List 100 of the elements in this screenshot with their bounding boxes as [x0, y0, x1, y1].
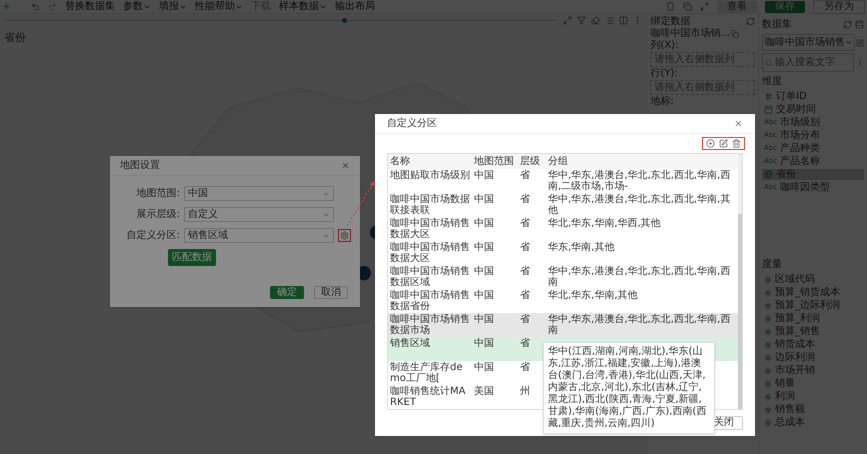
panel-title: 数据集	[762, 18, 792, 32]
close-icon[interactable]	[734, 119, 743, 128]
field-item[interactable]: 利润	[762, 391, 864, 402]
table-cell-text: 中国	[473, 314, 495, 325]
select-field[interactable]: 销售区域	[184, 228, 334, 243]
table-cell-text: 省	[519, 194, 531, 205]
select-field[interactable]: 自定义	[184, 207, 334, 222]
group-title: 度量	[762, 258, 783, 272]
hash-icon	[764, 392, 772, 400]
toolbar-menu[interactable]: 填报	[159, 2, 187, 12]
action-button[interactable]: 另存为	[813, 0, 865, 14]
field-item[interactable]: 市场开销	[762, 365, 864, 376]
hash-icon	[764, 92, 773, 101]
table-cell-text: 中国	[473, 266, 495, 277]
table-row[interactable]: 咖啡中国市场销售数据市场 中国 省 华中,华东,港澳台,华北,东北,西北,华南,西南	[388, 313, 738, 337]
table-cell-text: 华中,华东,港澳台,华北,东北,西北,华南,西南	[547, 266, 732, 288]
select-field[interactable]: 中国	[184, 186, 334, 201]
table-cell-text: 省	[519, 290, 531, 301]
table-cell-text: 中国	[473, 242, 495, 253]
column-header: 地图范围	[473, 154, 515, 169]
action-button[interactable]: 保存	[765, 0, 805, 12]
delete-icon[interactable]	[732, 139, 741, 148]
close-icon[interactable]	[341, 161, 350, 170]
table-cell-text: 中国	[473, 362, 495, 373]
toolbar-menu[interactable]: 替换数据集	[65, 2, 115, 12]
settings-icon	[340, 231, 349, 240]
table-cell-text: 中国	[473, 290, 495, 301]
edit-icon[interactable]	[719, 139, 728, 148]
dialog-button[interactable]: 确定	[270, 286, 304, 299]
field-item[interactable]: 销货成本	[762, 339, 864, 350]
table-cell-text: 华中,华东,港澳台,华北,东北,西北,华南,西南	[547, 314, 732, 336]
refresh-icon[interactable]	[843, 20, 852, 29]
field-item[interactable]: 区域代码	[762, 274, 864, 285]
match-data-button[interactable]: 匹配数据	[168, 249, 216, 266]
expand-icon[interactable]	[563, 16, 572, 24]
caret-icon	[845, 39, 852, 46]
field-item[interactable]: 预算_销货成本	[762, 287, 864, 298]
calendar-icon	[764, 105, 773, 114]
toolbar-menu[interactable]: 输出布局	[335, 2, 375, 12]
table-cell-text: 省	[519, 170, 531, 181]
add-icon[interactable]	[706, 139, 715, 148]
field-item[interactable]: 销量	[762, 378, 864, 389]
globe-icon	[764, 170, 773, 179]
table-cell-text: 省	[519, 242, 531, 253]
table-cell-text: 销售区域	[389, 338, 431, 349]
hash-icon	[764, 328, 772, 336]
list-icon[interactable]	[605, 16, 614, 24]
search-icon	[765, 58, 773, 66]
section-label: 行(Y):	[650, 68, 679, 79]
hash-icon	[764, 302, 772, 310]
hash-icon	[764, 418, 772, 426]
field-item[interactable]: 总成本	[762, 417, 864, 428]
field-item[interactable]: 预算_利润	[762, 313, 864, 324]
table-cell-text: 省	[519, 218, 531, 229]
table-cell-text: 华东,华南,其他	[547, 242, 616, 253]
eraser-icon[interactable]	[591, 16, 600, 24]
table-cell-text: 咖啡中国市场销售数据大区	[389, 242, 471, 264]
section-label: 地标:	[650, 96, 675, 107]
table-cell-text: 省	[519, 362, 531, 373]
table-cell-text: 中国	[473, 218, 495, 229]
undo-icon[interactable]	[31, 2, 40, 11]
scrollbar[interactable]	[738, 154, 742, 409]
field-item[interactable]: 预算_销售	[762, 326, 864, 337]
panel-title: 绑定数据	[650, 16, 690, 27]
toolbar-menu[interactable]: 参数	[123, 2, 151, 12]
copy-icon[interactable]	[730, 30, 739, 38]
section-label: 列(X):	[650, 40, 680, 51]
column-header: 名称	[389, 155, 411, 169]
columns-icon[interactable]	[619, 16, 628, 24]
table-cell-text: 中国	[473, 194, 495, 205]
toolbar-menu[interactable]: 样本数据	[279, 2, 327, 12]
copy-icon[interactable]	[683, 2, 692, 11]
field-item[interactable]: 预算_边际利润	[762, 300, 864, 311]
hash-icon	[764, 406, 772, 414]
hash-icon	[764, 366, 772, 374]
dialog-title: 自定义分区	[387, 116, 437, 131]
database-icon[interactable]	[855, 20, 864, 29]
table-cell-text: 咖啡中国市场销售数据市场	[389, 314, 471, 336]
dataset-select[interactable]: 咖啡中国市场销售	[762, 34, 855, 51]
resize-handle[interactable]	[342, 18, 347, 22]
tooltip: 华中(江西,湖南,河南,湖北),华东(山东,江苏,浙江,福建,安徽,上海),港澳台(澳门,台湾,香港),华北(山西,天津,内蒙古,北京,河北),东北(吉林,辽宁,黑龙江),西北(陕西,青海,宁夏,新疆,甘肃),华南(海南,广西,广东),西南(西藏,重庆,贵州,云南,四川)	[543, 342, 715, 434]
table-cell-text: 省	[519, 266, 531, 277]
table-cell-text: 咖啡中国市场数据联接表联	[389, 194, 471, 216]
phone-icon[interactable]	[666, 2, 675, 11]
dialog-title: 地图设置	[120, 158, 160, 173]
fullscreen-icon[interactable]	[700, 2, 709, 11]
hash-icon	[764, 380, 772, 388]
field-label: 地图范围:	[136, 186, 180, 201]
settings-button[interactable]	[338, 229, 351, 242]
filter-icon[interactable]	[577, 16, 586, 24]
hash-icon	[764, 354, 772, 362]
redo-icon[interactable]	[48, 2, 57, 11]
table-cell-text: 中国	[473, 170, 495, 181]
refresh-icon[interactable]	[746, 17, 755, 26]
table-cell-text: 咖啡销售统计MARKET	[389, 386, 466, 408]
dialog-button[interactable]: 取消	[314, 286, 348, 299]
toolbar-menu[interactable]: 性能帮助	[195, 2, 243, 12]
field-item[interactable]: 销售额	[762, 404, 864, 415]
column-header: 分组	[547, 155, 569, 169]
field-item[interactable]: 边际利润	[762, 352, 864, 363]
